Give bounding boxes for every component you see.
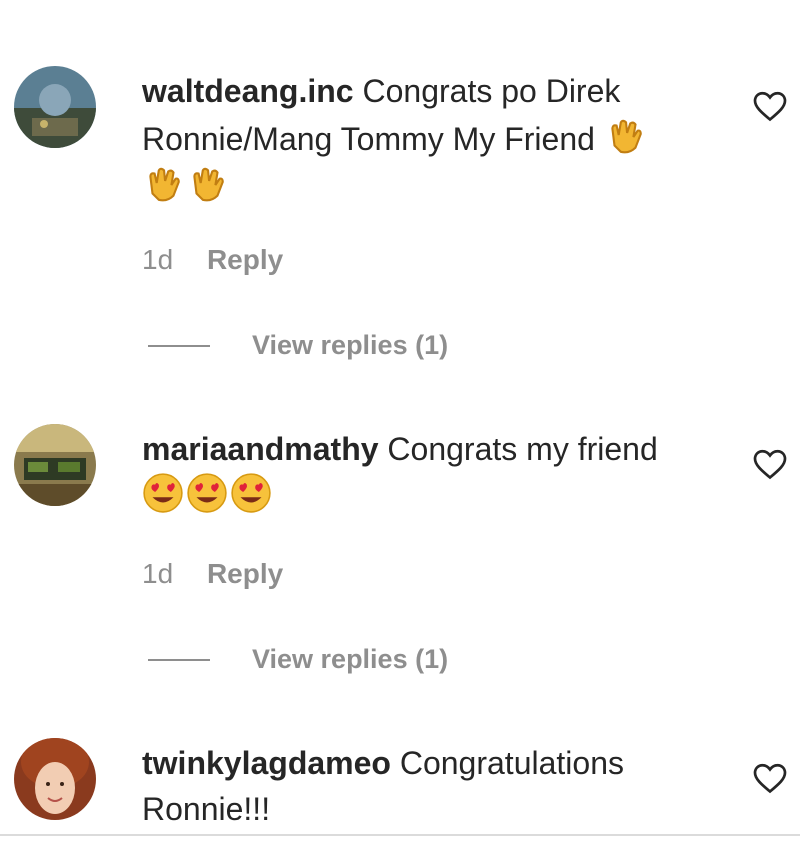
previous-view-replies-cut: — — — — — — <box>0 0 800 12</box>
view-replies-button[interactable]: View replies (1) <box>148 644 448 675</box>
reply-button[interactable]: Reply <box>207 558 283 589</box>
username[interactable]: waltdeang.inc <box>142 73 354 109</box>
comment-text: waltdeang.inc Congrats po Direk Ronnie/M… <box>142 68 722 210</box>
avatar[interactable] <box>14 424 96 506</box>
view-replies-label: View replies (1) <box>252 644 449 674</box>
like-heart-icon[interactable] <box>752 88 788 124</box>
timestamp[interactable]: 1d <box>142 558 173 589</box>
heart-eyes-emoji-icon <box>186 472 228 514</box>
divider-line <box>148 344 210 347</box>
timestamp[interactable]: 1d <box>142 244 173 275</box>
avatar[interactable] <box>14 738 96 820</box>
comment-body: Congrats my friend <box>387 431 658 467</box>
avatar[interactable] <box>14 66 96 148</box>
heart-eyes-emoji-icon <box>230 472 272 514</box>
comment-meta: 1d Reply <box>142 558 283 590</box>
bottom-divider <box>0 834 800 836</box>
username[interactable]: twinkylagdameo <box>142 745 391 781</box>
like-heart-icon[interactable] <box>752 446 788 482</box>
clapping-hands-emoji-icon <box>186 162 228 204</box>
view-replies-button[interactable]: View replies (1) <box>148 330 448 361</box>
like-heart-icon[interactable] <box>752 760 788 796</box>
comment-meta: 1d Reply <box>142 244 283 276</box>
clapping-hands-emoji-icon <box>604 114 646 156</box>
heart-eyes-emoji-icon <box>142 472 184 514</box>
divider-line <box>148 658 210 661</box>
reply-button[interactable]: Reply <box>207 244 283 275</box>
comment-text: twinkylagdameo Congratulations Ronnie!!! <box>142 740 722 832</box>
comment-text: mariaandmathy Congrats my friend <box>142 426 722 520</box>
view-replies-label: View replies (1) <box>252 330 449 360</box>
username[interactable]: mariaandmathy <box>142 431 379 467</box>
clapping-hands-emoji-icon <box>142 162 184 204</box>
